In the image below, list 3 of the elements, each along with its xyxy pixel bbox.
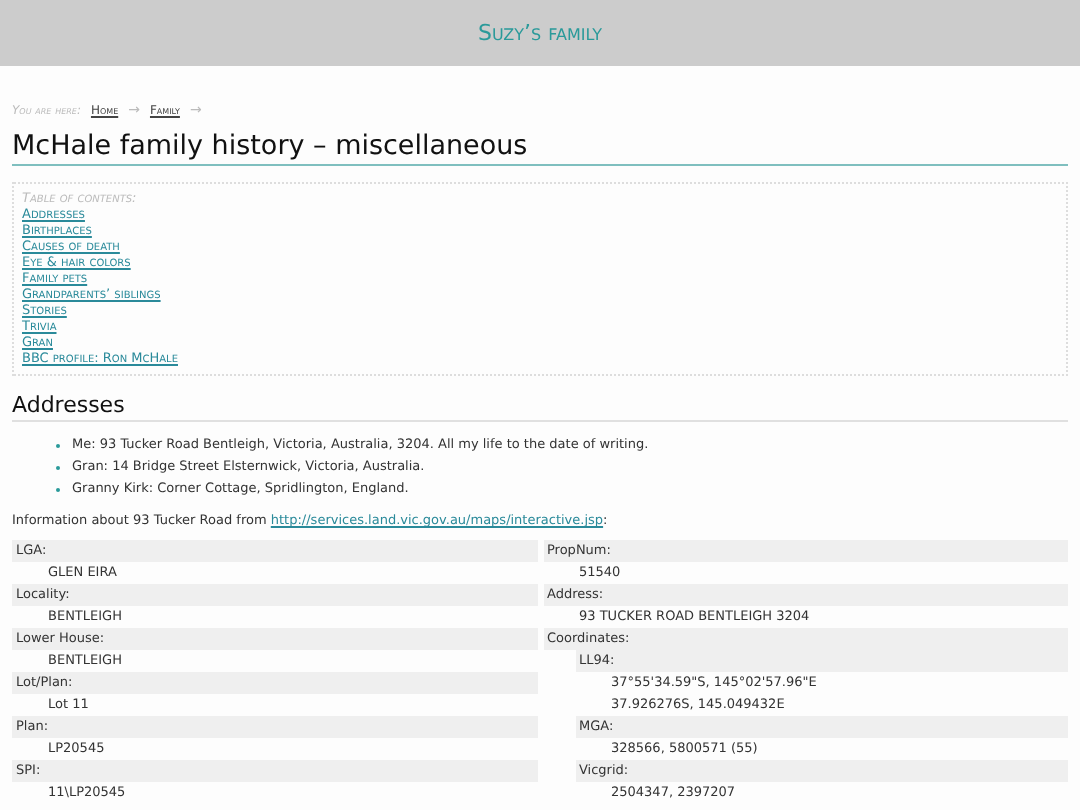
- section-heading: Addresses: [12, 392, 1068, 422]
- page-title: McHale family history – miscellaneous: [12, 130, 1068, 166]
- site-title: Suzy’s family: [477, 20, 603, 46]
